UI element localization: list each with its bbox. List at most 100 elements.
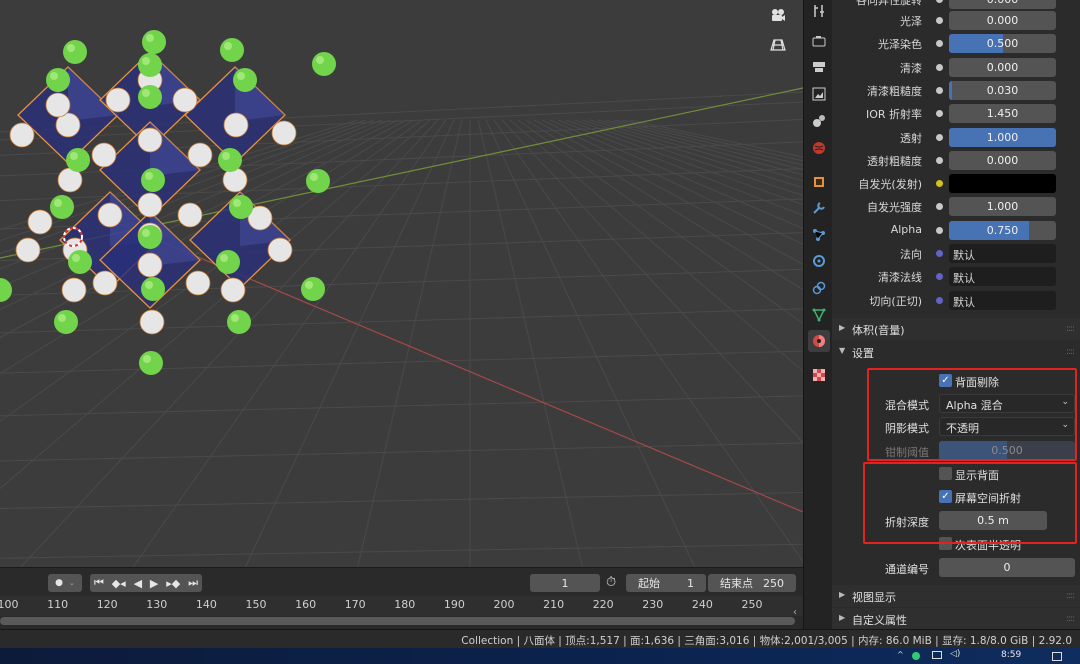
- atom-white-sphere: [105, 87, 131, 113]
- prop-value-field[interactable]: 0.750: [949, 220, 1056, 240]
- play-icon[interactable]: ▶: [150, 577, 158, 590]
- prop-row: 光泽染色 0.500: [832, 32, 1080, 54]
- panel-viewport-display-header[interactable]: ▶ 视图显示 ::::: [832, 585, 1080, 607]
- play-reverse-icon[interactable]: ◀: [134, 577, 142, 590]
- prop-value-field[interactable]: 0.500: [949, 34, 1056, 54]
- sphere-highlight: [142, 57, 150, 65]
- prop-row: IOR 折射率 1.450: [832, 102, 1080, 124]
- data-mesh-tab-icon[interactable]: [808, 304, 830, 326]
- link-socket-field[interactable]: 默认: [936, 267, 1056, 287]
- atom-white-sphere: [220, 277, 246, 303]
- tray-chevron-up-icon[interactable]: ^: [897, 650, 904, 659]
- link-socket-field[interactable]: 默认: [936, 244, 1056, 263]
- sphere-highlight: [222, 152, 230, 160]
- stopwatch-icon[interactable]: ⏱: [606, 575, 616, 590]
- vector-socket-icon[interactable]: [936, 273, 943, 281]
- ortho-grid-icon[interactable]: [770, 38, 794, 62]
- atom-green-sphere: [306, 169, 330, 193]
- physics-tab-icon[interactable]: [808, 250, 830, 272]
- constraints-tab-icon[interactable]: [808, 277, 830, 299]
- object-tab-icon[interactable]: [808, 171, 830, 193]
- prev-keyframe-icon[interactable]: ◆◂: [112, 577, 126, 590]
- frame-ruler[interactable]: 100 110 120 130 140 150 160 170 180 190 200 210 220 2…: [0, 596, 803, 616]
- grid-line: [501, 119, 803, 444]
- link-value: 默认: [953, 249, 975, 262]
- prop-value-field[interactable]: 0.000: [949, 11, 1056, 30]
- panel-volume-header[interactable]: ▶ 体积(音量) ::::: [832, 318, 1080, 340]
- panel-settings-header[interactable]: ▼ 设置 ::::: [832, 341, 1080, 363]
- socket-dot-icon[interactable]: [936, 203, 943, 211]
- camera-icon[interactable]: [770, 8, 794, 32]
- socket-dot-icon[interactable]: [936, 0, 943, 3]
- tray-network-icon[interactable]: [932, 651, 942, 659]
- pass-index-field[interactable]: 0: [939, 558, 1075, 577]
- atom-green-sphere: [54, 310, 78, 334]
- vector-socket-icon[interactable]: [936, 250, 943, 257]
- ruler-tick-label: 110: [47, 598, 69, 611]
- tray-app-icon[interactable]: [912, 652, 920, 660]
- timeline-scrollbar[interactable]: [0, 617, 795, 625]
- world-tab-icon[interactable]: [808, 137, 830, 159]
- socket-dot-icon[interactable]: [936, 226, 943, 234]
- render-tab-icon[interactable]: [808, 30, 830, 52]
- tray-volume-icon[interactable]: ◁): [950, 649, 960, 659]
- next-keyframe-icon[interactable]: ▸◆: [166, 577, 180, 590]
- prop-value-field[interactable]: 1.450: [949, 104, 1056, 124]
- prop-value-field[interactable]: [949, 174, 1056, 194]
- socket-dot-icon[interactable]: [936, 63, 943, 71]
- socket-dot-icon[interactable]: [936, 110, 943, 118]
- scene-tab-icon[interactable]: [808, 110, 830, 132]
- prop-value: 0.500: [986, 37, 1019, 51]
- prop-field[interactable]: 0.000: [949, 0, 1056, 9]
- drag-grip-icon[interactable]: ::::: [1066, 347, 1075, 357]
- prop-value-field[interactable]: 0.000: [949, 150, 1056, 170]
- socket-dot-icon[interactable]: [936, 156, 943, 164]
- atom-green-sphere: [63, 40, 87, 64]
- taskbar-clock[interactable]: 8:59: [1001, 650, 1021, 660]
- socket-dot-icon[interactable]: [936, 17, 943, 24]
- panel-custom-props-header[interactable]: ▶ 自定义属性 ::::: [832, 608, 1080, 629]
- view-layer-tab-icon[interactable]: [808, 83, 830, 105]
- prop-label: Alpha: [890, 222, 922, 236]
- notification-icon[interactable]: [1052, 652, 1062, 661]
- frame-end-field[interactable]: 结束点 250: [708, 574, 796, 592]
- particles-tab-icon[interactable]: [808, 224, 830, 246]
- tool-tab-icon[interactable]: [808, 0, 830, 22]
- viewport-scene[interactable]: [0, 0, 803, 567]
- link-socket-field[interactable]: 默认: [936, 290, 1056, 310]
- prop-value-field[interactable]: 0.030: [949, 80, 1056, 100]
- link-row: 法向 默认: [832, 242, 1080, 264]
- keyframe-record-button[interactable]: ● ⌄: [48, 574, 82, 592]
- jump-end-icon[interactable]: ⏭: [188, 576, 198, 590]
- drag-grip-icon[interactable]: ::::: [1066, 614, 1075, 624]
- prop-value-field[interactable]: 1.000: [949, 197, 1056, 217]
- os-taskbar: ^ ◁) 8:59: [0, 648, 1080, 664]
- current-frame-field[interactable]: 1: [530, 574, 600, 592]
- ruler-tick-label: 130: [146, 598, 168, 611]
- drag-grip-icon[interactable]: ::::: [1066, 591, 1075, 601]
- socket-dot-icon[interactable]: [936, 86, 943, 94]
- socket-dot-icon[interactable]: [936, 180, 943, 188]
- texture-tab-icon[interactable]: [808, 364, 830, 386]
- socket-dot-icon[interactable]: [936, 133, 943, 141]
- sphere-highlight: [72, 254, 80, 262]
- chevron-left-icon[interactable]: ‹: [793, 607, 797, 618]
- panel-title: 自定义属性: [852, 614, 907, 627]
- link-value: 默认: [953, 295, 975, 309]
- drag-grip-icon[interactable]: ::::: [1066, 324, 1075, 334]
- socket-dot-icon[interactable]: [936, 40, 943, 48]
- atom-white-sphere: [222, 167, 248, 193]
- material-tab-icon[interactable]: [808, 330, 830, 352]
- atom-white-sphere: [267, 237, 293, 263]
- prop-value-field[interactable]: 1.000: [949, 127, 1056, 147]
- atom-green-sphere: [138, 225, 162, 249]
- vector-socket-icon[interactable]: [936, 296, 943, 304]
- 3d-viewport[interactable]: [0, 0, 803, 567]
- jump-start-icon[interactable]: ⏮: [94, 576, 104, 590]
- sphere-highlight: [146, 34, 154, 42]
- modifier-wrench-icon[interactable]: [808, 197, 830, 219]
- output-tab-icon[interactable]: [808, 56, 830, 78]
- frame-start-field[interactable]: 起始 1: [626, 574, 706, 592]
- prop-label: 自发光强度: [867, 201, 922, 215]
- prop-value-field[interactable]: 0.000: [949, 57, 1056, 77]
